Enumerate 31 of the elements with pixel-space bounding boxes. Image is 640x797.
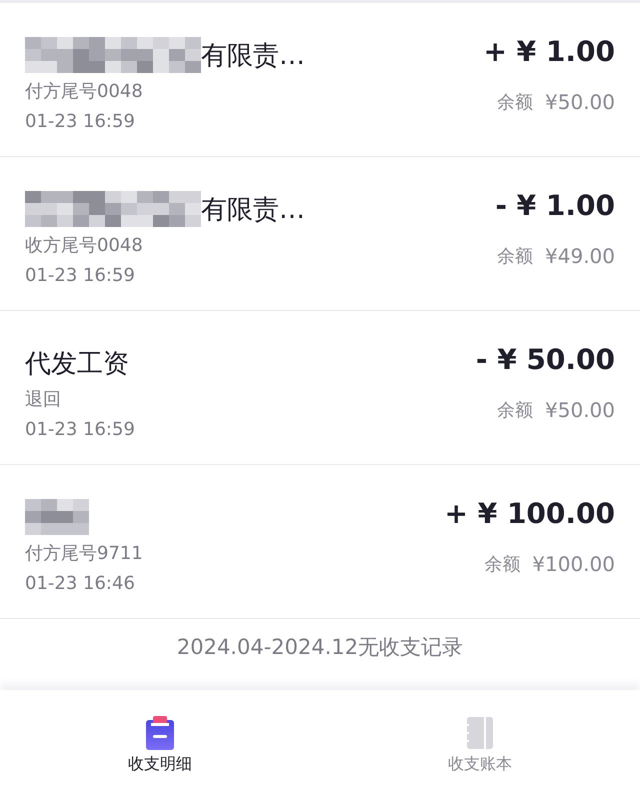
amount: - ¥ 1.00 [495,189,615,222]
transaction-row[interactable]: 代发工资 退回 01-23 16:59 - ¥ 50.00 余额 ¥50.00 [0,311,640,465]
clipboard-icon [145,716,175,750]
balance-label: 余额 [497,245,534,268]
balance-value: ¥100.00 [532,552,615,576]
transaction-title: 有限责… [201,40,305,72]
no-records-note: 2024.04-2024.12无收支记录 [176,634,464,661]
transaction-time: 01-23 16:59 [25,264,136,288]
notebook-icon [465,716,495,750]
amount: + ¥ 100.00 [444,497,615,530]
counterparty-account: 付方尾号9711 [25,542,143,566]
amount: - ¥ 50.00 [476,343,615,376]
counterparty-account: 退回 [25,388,62,412]
counterparty-account: 付方尾号0048 [25,80,144,104]
transaction-time: 01-23 16:59 [25,110,136,134]
balance-label: 余额 [497,399,534,422]
tab[interactable]: 收支明细 [0,690,320,797]
transaction-row[interactable]: 有限责… 收方尾号0048 01-23 16:59 - ¥ 1.00 余额 ¥49.00 [0,157,640,311]
balance-label: 余额 [484,553,520,576]
transaction-time: 01-23 16:59 [25,418,135,442]
transaction-row[interactable]: 有限责… 付方尾号0048 01-23 16:59 + ¥ 1.00 余额 ¥50.00 [0,3,640,157]
transaction-row[interactable]: 付方尾号9711 01-23 16:46 + ¥ 100.00 余额 ¥100.00 [0,465,640,619]
balance-value: ¥49.00 [545,244,615,268]
balance-value: ¥50.00 [545,398,615,422]
transaction-title: 代发工资 [25,348,129,380]
balance-label: 余额 [497,91,534,114]
transaction-time: 01-23 16:46 [25,572,136,596]
balance-value: ¥50.00 [545,90,615,114]
amount: + ¥ 1.00 [483,35,615,68]
counterparty-account: 收方尾号0048 [25,234,144,258]
transaction-title: 有限责… [201,194,305,226]
